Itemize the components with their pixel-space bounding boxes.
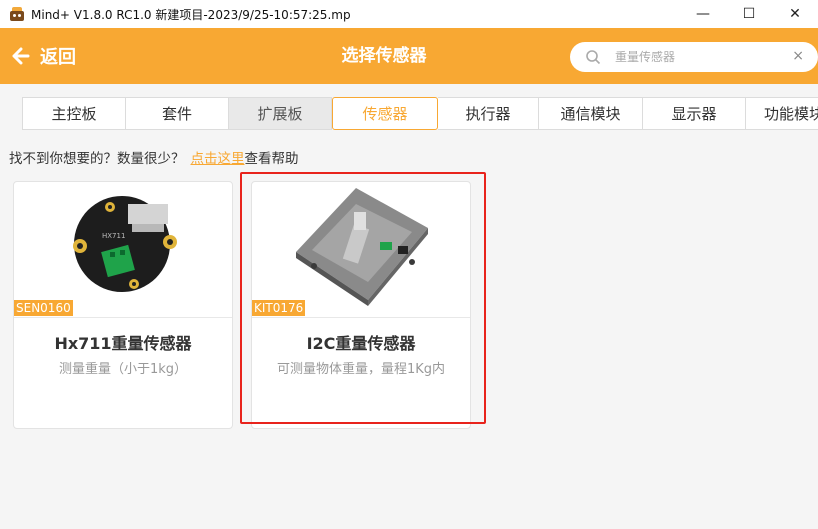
window-titlebar: Mind+ V1.8.0 RC1.0 新建项目-2023/9/25-10:57:…	[0, 0, 818, 28]
card-hx711[interactable]: HX711 SEN0160 Hx711重量传感器 测量重量（小于1kg）	[13, 181, 233, 429]
window-title: Mind+ V1.8.0 RC1.0 新建项目-2023/9/25-10:57:…	[31, 7, 351, 22]
search-box: ×	[570, 42, 818, 72]
tab-expansion-board[interactable]: 扩展板	[229, 97, 332, 130]
mind-plus-app-icon	[9, 6, 25, 22]
tab-actuators[interactable]: 执行器	[438, 97, 539, 130]
help-link[interactable]: 点击这里	[191, 151, 245, 167]
tab-main-board[interactable]: 主控板	[22, 97, 126, 130]
tab-kits[interactable]: 套件	[126, 97, 229, 130]
card-divider	[252, 317, 470, 318]
tab-sensors[interactable]: 传感器	[332, 97, 438, 130]
minimize-button[interactable]: —	[680, 0, 726, 28]
i2c-weight-kit-image	[296, 188, 428, 306]
hx711-module-image: HX711	[73, 196, 177, 292]
card-title: I2C重量传感器	[306, 334, 416, 353]
card-i2c-weight[interactable]: KIT0176 I2C重量传感器 可测量物体重量，量程1Kg内	[251, 181, 471, 429]
help-suffix: 查看帮助	[244, 151, 299, 167]
search-input[interactable]	[615, 50, 775, 64]
maximize-button[interactable]: ☐	[726, 0, 772, 28]
tab-function-modules[interactable]: 功能模块	[746, 97, 818, 130]
sku-badge: SEN0160	[14, 300, 73, 316]
close-window-button[interactable]: ✕	[772, 0, 818, 28]
card-description: 可测量物体重量，量程1Kg内	[276, 362, 446, 377]
svg-text:HX711: HX711	[102, 232, 125, 240]
card-divider	[14, 317, 232, 318]
card-title: Hx711重量传感器	[54, 334, 192, 353]
help-prefix: 找不到你想要的？数量很少？	[9, 151, 185, 167]
card-description: 测量重量（小于1kg）	[58, 362, 188, 377]
tab-display[interactable]: 显示器	[643, 97, 746, 130]
header-bar: 返回 选择传感器 ×	[0, 28, 818, 84]
category-tabs: 主控板 套件 扩展板 传感器 执行器 通信模块 显示器 功能模块	[22, 97, 818, 130]
tab-communication[interactable]: 通信模块	[539, 97, 643, 130]
search-icon	[586, 50, 601, 65]
clear-search-icon[interactable]: ×	[792, 48, 804, 64]
sku-badge: KIT0176	[252, 300, 306, 316]
help-text: 找不到你想要的？数量很少？ 点击这里查看帮助	[9, 147, 299, 167]
